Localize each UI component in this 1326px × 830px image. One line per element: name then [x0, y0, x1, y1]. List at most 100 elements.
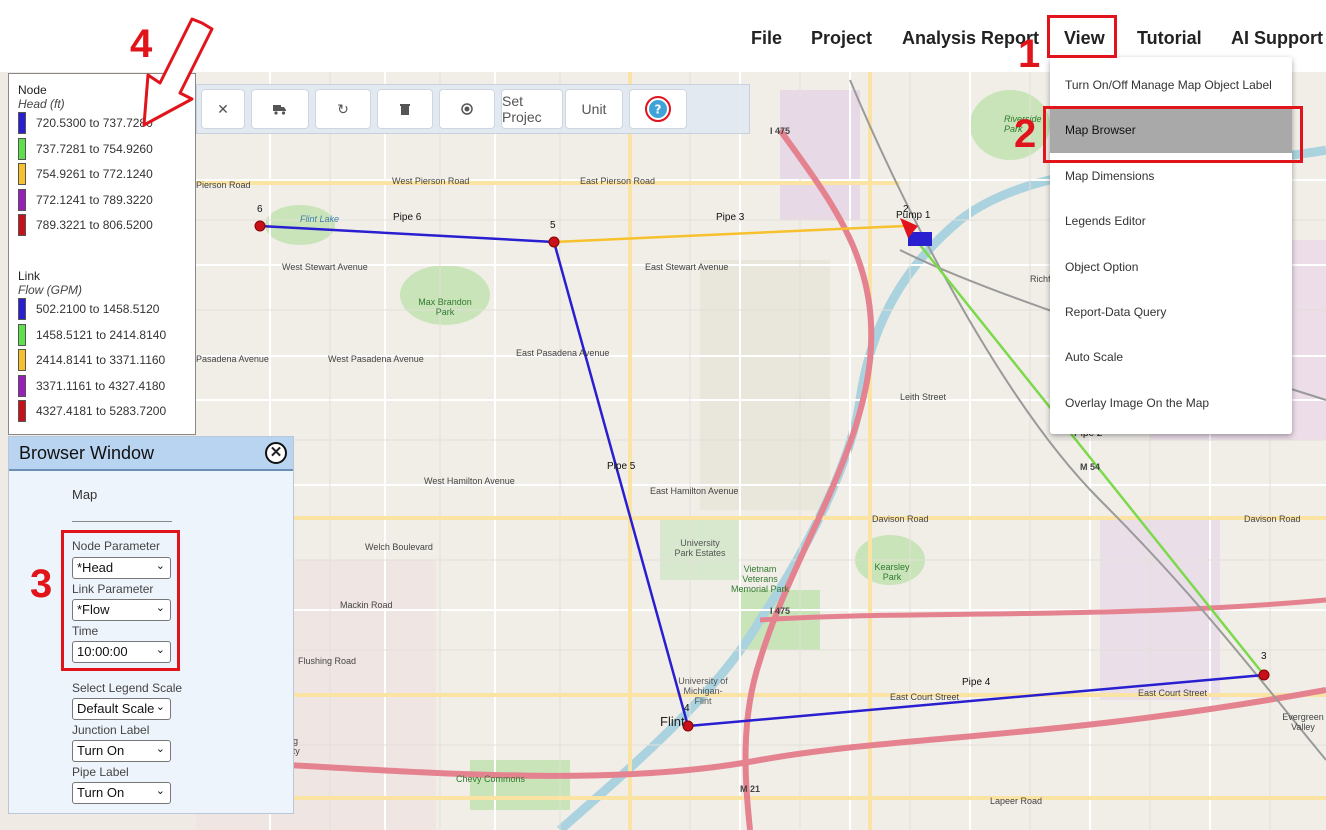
divider: [72, 521, 172, 522]
junction-label-value: Turn On: [77, 743, 125, 758]
close-icon[interactable]: ✕: [265, 442, 287, 464]
node-label: 6: [257, 204, 263, 215]
map-label-park: Kearsley Park: [874, 562, 910, 582]
legend-node-range-label: 754.9261 to 772.1240: [36, 167, 153, 181]
annotation-box-view: [1047, 15, 1117, 58]
legend-node-title: Node: [18, 83, 47, 97]
legend-scale-label: Select Legend Scale: [72, 681, 183, 695]
legend-link-row: 1458.5121 to 2414.8140: [18, 323, 167, 346]
menu-project[interactable]: Project: [811, 28, 872, 49]
legend-node-param: Head (ft): [18, 97, 65, 111]
map-label-street: Welch Boulevard: [365, 542, 433, 552]
legend-node-swatch: [18, 188, 26, 211]
map-label-highway: I 475: [770, 606, 791, 616]
legend-node-row: 737.7281 to 754.9260: [18, 137, 153, 160]
legend-link-range-label: 4327.4181 to 5283.7200: [36, 404, 167, 418]
map-label-street: West Pasadena Avenue: [328, 354, 424, 364]
legend-link-title: Link: [18, 269, 41, 283]
chevron-down-icon: ⌄: [155, 743, 165, 755]
chevron-down-icon: ⌄: [155, 785, 165, 797]
legend-link-range-label: 1458.5121 to 2414.8140: [36, 327, 167, 342]
legend-link-range-label: 2414.8141 to 3371.1160: [36, 353, 166, 367]
map-label-street: East Court Street: [1138, 688, 1208, 698]
map-label-street: East Stewart Avenue: [645, 262, 729, 272]
node-label: 2: [903, 204, 909, 215]
legend-link-row: 4327.4181 to 5283.7200: [18, 400, 166, 422]
browser-window-title: Browser Window: [19, 443, 155, 463]
map-label-street: East Pasadena Avenue: [516, 348, 610, 358]
legend-node-row: 754.9261 to 772.1240: [18, 163, 153, 185]
annotation-box-map-browser: [1043, 106, 1303, 163]
map-label-area: University Park Estates: [674, 538, 726, 558]
map-label-street: Davison Road: [1244, 514, 1301, 524]
truck-icon[interactable]: [251, 89, 309, 129]
menu-item-legends-editor[interactable]: Legends Editor: [1050, 199, 1292, 244]
legend-node-row: 772.1241 to 789.3220: [18, 188, 153, 211]
pipe-label: Pipe 6: [393, 212, 422, 223]
legend-link-swatch: [18, 349, 26, 371]
menu-tutorial[interactable]: Tutorial: [1137, 28, 1202, 49]
annotation-box-parameters: [61, 530, 180, 671]
pipe-label-value: Turn On: [77, 785, 125, 800]
menu-item-object-option[interactable]: Object Option: [1050, 245, 1292, 290]
map-label-city: Flint: [660, 714, 685, 729]
map-label-street: East Court Street: [890, 692, 960, 702]
pump-label: Pump 1: [896, 210, 931, 221]
legend-node-swatch: [18, 214, 26, 236]
callout-3: 3: [30, 562, 53, 606]
pipe-label: Pipe 4: [962, 677, 991, 688]
map-label-highway: M 21: [740, 784, 761, 794]
map-label-street: Pierson Road: [196, 180, 251, 190]
help-icon[interactable]: ?: [629, 89, 687, 129]
record-icon[interactable]: [439, 89, 495, 129]
map-label-street: Flushing Road: [298, 656, 357, 666]
map-label-street: Davison Road: [872, 514, 929, 524]
arrow-down-left-icon: [142, 17, 214, 127]
callout-1: 1: [1018, 32, 1041, 76]
map-label-area: University of Michigan-Flint: [678, 676, 728, 706]
chevron-down-icon: ⌄: [155, 701, 165, 713]
legend-node-range-label: 772.1241 to 789.3220: [36, 192, 153, 207]
menu-ai-support[interactable]: AI Support: [1231, 28, 1323, 49]
legend-node-row: 789.3221 to 806.5200: [18, 214, 153, 236]
browser-window-titlebar[interactable]: Browser Window ✕: [9, 437, 293, 471]
map-label-street: West Pierson Road: [392, 176, 470, 186]
legend-node-range-label: 737.7281 to 754.9260: [36, 141, 153, 156]
set-project-button[interactable]: Set Projec: [501, 89, 563, 129]
map-label-highway: I 475: [770, 126, 791, 136]
node-label: 4: [684, 703, 690, 714]
menu-item-toggle-labels[interactable]: Turn On/Off Manage Map Object Label: [1050, 63, 1292, 108]
menu-file[interactable]: File: [751, 28, 782, 49]
map-label-lake: Flint Lake: [300, 214, 340, 224]
legend-link-row: 3371.1161 to 4327.4180: [18, 374, 166, 397]
trash-icon[interactable]: [377, 89, 433, 129]
pipe-label: Pipe 3: [716, 212, 745, 223]
legend-scale-value: Default Scale: [77, 701, 155, 716]
legend-link-swatch: [18, 323, 26, 346]
map-label-park: Vietnam Veterans Memorial Park: [730, 564, 789, 594]
junction-label-select[interactable]: Turn On ⌄: [72, 740, 171, 762]
menu-item-auto-scale[interactable]: Auto Scale: [1050, 335, 1292, 380]
map-label-park: Max Brandon Park: [418, 297, 472, 317]
menu-item-overlay-image[interactable]: Overlay Image On the Map: [1050, 381, 1292, 426]
map-label-area: Evergreen Valley: [1282, 712, 1324, 732]
tab-map[interactable]: Map: [72, 487, 97, 502]
legend-link-swatch: [18, 298, 26, 320]
legend-scale-select[interactable]: Default Scale ⌄: [72, 698, 171, 720]
refresh-icon[interactable]: ↻: [315, 89, 371, 129]
map-label-street: East Hamilton Avenue: [650, 486, 739, 496]
map-label-street: East Pierson Road: [580, 176, 656, 186]
unit-button[interactable]: Unit: [565, 89, 623, 129]
pipe-label-label: Pipe Label: [72, 765, 129, 779]
pipe-label-select[interactable]: Turn On ⌄: [72, 782, 171, 804]
svg-text:?: ?: [655, 103, 662, 117]
map-label-park: Chevy Commons: [456, 774, 526, 784]
map-label-highway: M 54: [1080, 462, 1101, 472]
legend-node-swatch: [18, 137, 26, 160]
legend-link-row: 502.2100 to 1458.5120: [18, 298, 159, 320]
menu-item-report-data-query[interactable]: Report-Data Query: [1050, 290, 1292, 335]
legend-link-range-label: 502.2100 to 1458.5120: [36, 302, 160, 316]
map-label-street: Leith Street: [900, 392, 947, 402]
legend-link-range-label: 3371.1161 to 4327.4180: [36, 378, 166, 393]
legend-node-swatch: [18, 112, 26, 134]
